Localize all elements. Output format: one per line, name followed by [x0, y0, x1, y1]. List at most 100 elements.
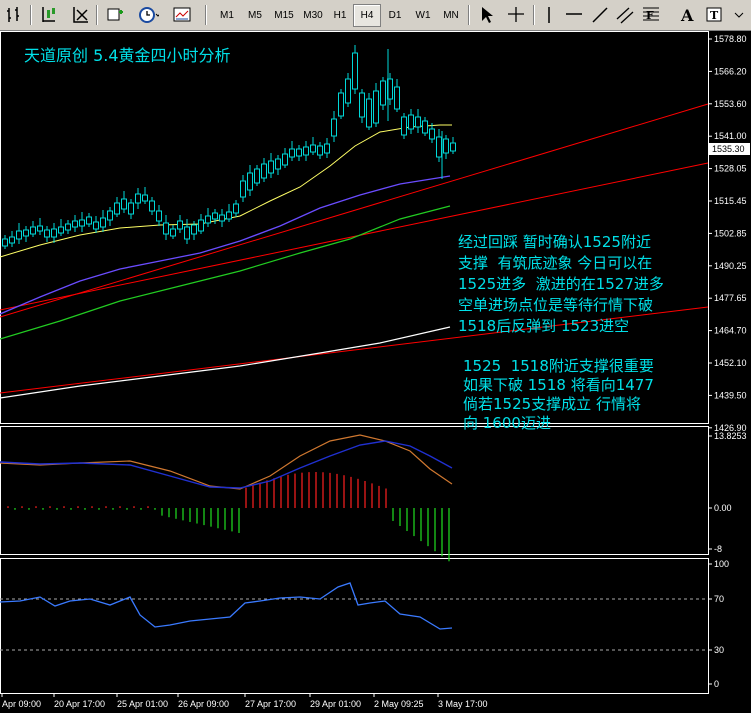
candle-body [254, 168, 260, 184]
candle-body [86, 216, 92, 225]
candle-body [65, 223, 71, 231]
candle-body [37, 225, 43, 232]
timeframe-h1[interactable]: H1 [326, 4, 354, 27]
price-tick-label: 1502.85 [714, 228, 747, 238]
ma-blue-line [0, 175, 451, 315]
candle-body [191, 224, 197, 235]
candle-body [170, 228, 176, 237]
timeframe-h4[interactable]: H4 [353, 4, 381, 27]
candle-body [72, 220, 78, 228]
price-tick-label: 1490.25 [714, 261, 747, 271]
candle-body [100, 217, 106, 228]
templates-icon[interactable] [171, 4, 193, 25]
time-tick-label: 3 May 17:00 [438, 699, 488, 709]
candle-body [317, 145, 323, 156]
candle-body [2, 238, 8, 247]
text-icon[interactable]: A [676, 4, 698, 25]
candle-body [135, 193, 141, 204]
macd-signal-line [0, 434, 453, 490]
candle-body [373, 90, 379, 124]
crosshair-icon[interactable] [505, 4, 527, 25]
candle-body [331, 118, 337, 137]
candle-body [401, 116, 407, 136]
timeframe-mn[interactable]: MN [437, 4, 465, 27]
price-tick-label: 1541.00 [714, 131, 747, 141]
candle-body [247, 172, 253, 191]
timeframe-w1[interactable]: W1 [409, 4, 437, 27]
candle-body [366, 98, 372, 128]
candlesticks-icon[interactable] [38, 4, 60, 25]
price-tick-label: 1553.60 [714, 99, 747, 109]
time-tick-label: 27 Apr 17:00 [245, 699, 296, 709]
time-tick-label: 2 May 09:25 [374, 699, 424, 709]
ma-slow-line [0, 326, 451, 399]
candle-body [352, 52, 358, 90]
candle-body [212, 212, 218, 220]
candle-body [422, 120, 428, 134]
macd-panel-frame [0, 426, 709, 555]
timeframe-m30[interactable]: M30 [299, 4, 327, 27]
candle-body [9, 236, 15, 244]
chart-title: 天道原创 5.4黄金四小时分析 [24, 46, 231, 65]
label-icon[interactable]: T [703, 4, 725, 25]
price-tick-label: 1515.45 [714, 196, 747, 206]
price-tick-label: 1452.10 [714, 358, 747, 368]
timeframe-m15[interactable]: M15 [270, 4, 298, 27]
candle-body [275, 158, 281, 170]
candle-body [107, 210, 113, 221]
candle-body [114, 202, 120, 215]
new-window-icon[interactable] [104, 4, 126, 25]
toolbar-more-icon[interactable] [731, 4, 751, 25]
candle-body [282, 153, 288, 166]
candle-body [415, 116, 421, 128]
svg-text:A: A [680, 6, 694, 25]
candle-body [184, 226, 190, 240]
chart-bars-icon[interactable] [3, 4, 25, 25]
candle-body [261, 163, 267, 179]
timeframe-m1[interactable]: M1 [213, 4, 241, 27]
ma-yellow-line [0, 124, 452, 258]
candle-body [436, 136, 442, 158]
candle-body [58, 226, 64, 234]
candle-body [380, 80, 386, 106]
rsi-tick-label: 70 [714, 594, 724, 604]
periods-icon[interactable] [137, 4, 161, 25]
candle-body [303, 146, 309, 156]
candle-body [44, 229, 50, 238]
candle-body [121, 198, 127, 210]
price-tick-label: 1477.65 [714, 293, 747, 303]
horizontal-line-icon[interactable] [563, 4, 585, 25]
candle-body [30, 226, 36, 235]
line-chart-icon[interactable] [70, 4, 92, 25]
time-tick-label: Apr 09:00 [2, 699, 41, 709]
time-tick-label: 26 Apr 09:00 [178, 699, 229, 709]
svg-text:F: F [646, 9, 654, 22]
candle-body [177, 220, 183, 230]
price-tick-label: 1464.70 [714, 326, 747, 336]
macd-tick-label: 0.00 [714, 503, 732, 513]
candle-body [268, 160, 274, 174]
candle-body [233, 203, 239, 214]
rsi-panel-frame [0, 558, 709, 694]
price-tick-label: 1528.05 [714, 164, 747, 174]
candle-body [310, 144, 316, 153]
vertical-line-icon[interactable] [538, 4, 560, 25]
candle-body [338, 92, 344, 117]
timeframe-d1[interactable]: D1 [381, 4, 409, 27]
candle-body [324, 143, 330, 154]
fibonacci-icon[interactable]: F [640, 4, 662, 25]
rsi-line [0, 582, 453, 630]
candle-body [93, 221, 99, 230]
cursor-icon[interactable] [475, 4, 497, 25]
channel-icon[interactable] [614, 4, 636, 25]
candle-body [149, 200, 155, 212]
candle-body [240, 180, 246, 198]
timeframe-m5[interactable]: M5 [241, 4, 269, 27]
candle-body [450, 142, 456, 152]
candle-body [23, 229, 29, 237]
candle-body [359, 92, 365, 118]
toolbar: M1 M5 M15 M30 H1 H4 D1 W1 MN F A T [0, 0, 751, 31]
trendline-icon[interactable] [589, 4, 611, 25]
candle-body [408, 114, 414, 130]
macd-tick-label: -8 [714, 544, 722, 554]
